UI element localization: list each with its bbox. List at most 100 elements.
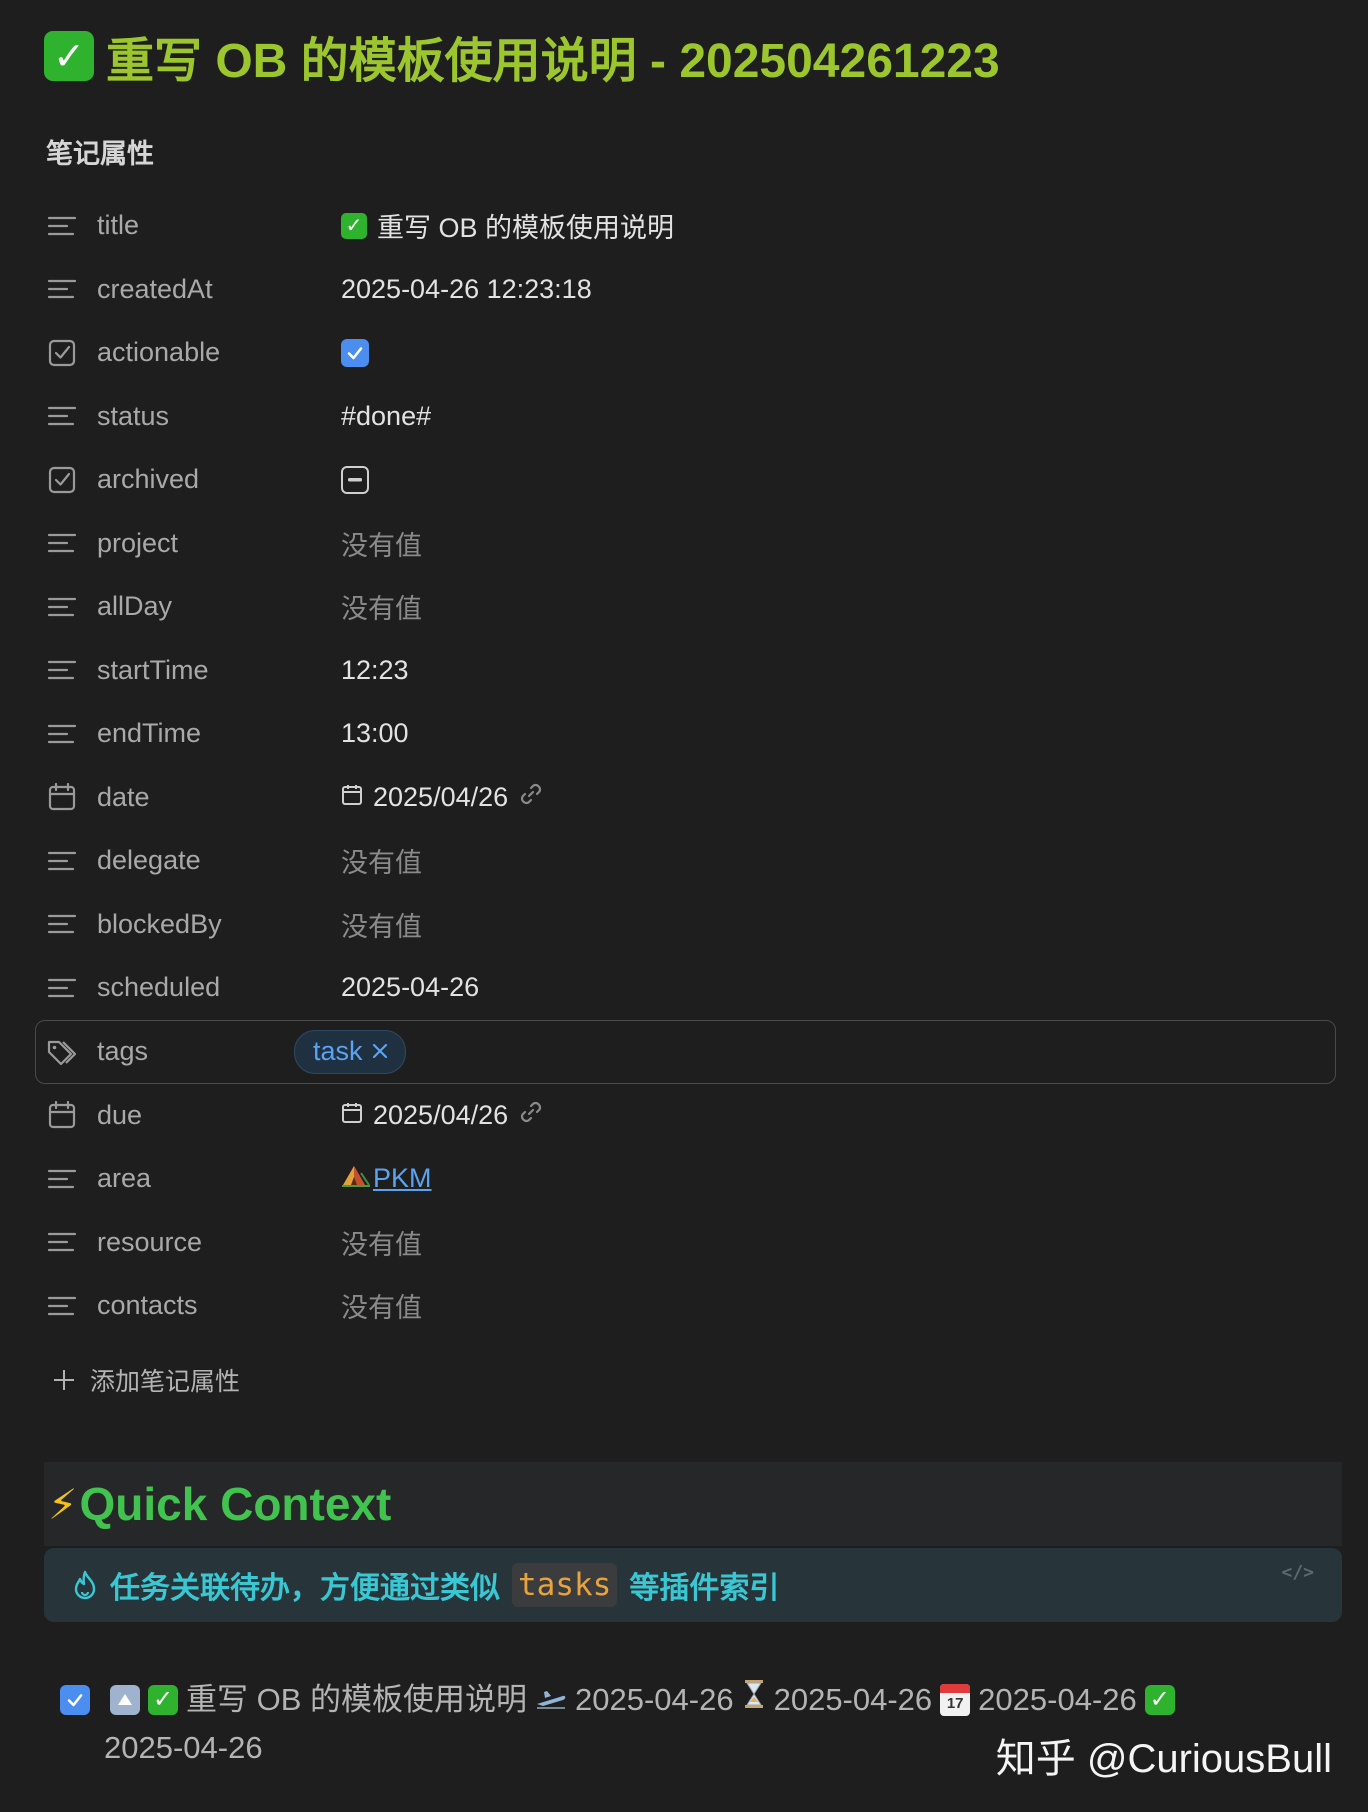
tags-icon[interactable] — [46, 1036, 78, 1068]
property-value-blockedBy[interactable]: 没有值 — [341, 905, 422, 944]
task-scheduled-date: 2025-04-26 — [773, 1682, 933, 1717]
checkbox-checked[interactable] — [341, 338, 369, 367]
text-lines-icon[interactable] — [46, 718, 78, 750]
lightning-icon: ⚡ — [48, 1480, 78, 1528]
calendar-icon[interactable] — [46, 1099, 78, 1131]
tag-label: task — [313, 1036, 363, 1066]
property-row-createdAt[interactable]: createdAt 2025-04-26 12:23:18 — [36, 258, 1336, 322]
property-row-project[interactable]: project 没有值 — [36, 512, 1336, 576]
property-row-tags[interactable]: tags task — [35, 1019, 1336, 1084]
task-checkbox[interactable] — [60, 1685, 90, 1715]
tag-pill[interactable]: task — [294, 1029, 406, 1074]
property-value-project[interactable]: 没有值 — [341, 524, 422, 563]
quick-context-callout[interactable]: 任务关联待办，方便通过类似 tasks 等插件索引 </> — [44, 1548, 1342, 1622]
property-row-area[interactable]: area PKM — [36, 1147, 1336, 1211]
property-value-status[interactable]: #done# — [341, 401, 431, 432]
text-lines-icon[interactable] — [46, 1163, 78, 1195]
property-row-contacts[interactable]: contacts 没有值 — [36, 1274, 1336, 1338]
property-row-due[interactable]: due 2025/04/26 — [36, 1084, 1336, 1148]
property-key[interactable]: resource — [97, 1227, 202, 1258]
property-row-resource[interactable]: resource 没有值 — [36, 1211, 1336, 1275]
text-lines-icon[interactable] — [46, 400, 78, 432]
property-row-date[interactable]: date 2025/04/26 — [36, 766, 1336, 830]
property-value-scheduled[interactable]: 2025-04-26 — [341, 972, 479, 1003]
property-value-resource[interactable]: 没有值 — [341, 1223, 422, 1262]
property-key[interactable]: scheduled — [97, 972, 220, 1003]
property-key[interactable]: endTime — [97, 718, 201, 749]
date-value[interactable]: 2025/04/26 — [373, 1100, 508, 1131]
property-key[interactable]: tags — [97, 1036, 148, 1067]
text-lines-icon[interactable] — [46, 527, 78, 559]
callout-text-before: 任务关联待办，方便通过类似 — [110, 1572, 500, 1605]
text-lines-icon[interactable] — [46, 654, 78, 686]
property-key[interactable]: project — [97, 528, 178, 559]
property-key[interactable]: actionable — [97, 337, 220, 368]
property-key[interactable]: blockedBy — [97, 909, 222, 940]
property-key[interactable]: due — [97, 1100, 142, 1131]
property-key[interactable]: delegate — [97, 845, 201, 876]
calendar-icon[interactable] — [46, 781, 78, 813]
task-created-date: 2025-04-26 — [575, 1682, 734, 1717]
property-key[interactable]: status — [97, 401, 169, 432]
property-row-title[interactable]: title ✓ 重写 OB 的模板使用说明 — [36, 194, 1336, 258]
property-value-allDay[interactable]: 没有值 — [341, 587, 422, 626]
area-link[interactable]: PKM — [373, 1163, 432, 1194]
text-lines-icon[interactable] — [46, 210, 78, 242]
property-row-archived[interactable]: archived — [36, 448, 1336, 512]
property-value-area[interactable]: PKM — [341, 1163, 432, 1194]
property-value-startTime[interactable]: 12:23 — [341, 655, 409, 686]
link-icon[interactable] — [518, 1099, 544, 1132]
task-title: 重写 OB 的模板使用说明 — [186, 1682, 528, 1717]
property-value-createdAt[interactable]: 2025-04-26 12:23:18 — [341, 274, 592, 305]
flame-icon — [74, 1570, 96, 1600]
property-key[interactable]: title — [97, 210, 139, 241]
code-view-icon[interactable]: </> — [1281, 1562, 1314, 1583]
text-lines-icon[interactable] — [46, 972, 78, 1004]
check-mark-icon: ✓ — [148, 1685, 178, 1715]
property-value-tags[interactable]: task — [294, 1029, 406, 1074]
note-page: ✓ 重写 OB 的模板使用说明 - 202504261223 笔记属性 titl… — [0, 0, 1368, 1812]
text-lines-icon[interactable] — [46, 1290, 78, 1322]
calendar-small-icon — [341, 782, 363, 813]
property-row-actionable[interactable]: actionable — [36, 321, 1336, 385]
add-property-button[interactable]: 添加笔记属性 — [52, 1362, 240, 1398]
text-lines-icon[interactable] — [46, 591, 78, 623]
text-lines-icon[interactable] — [46, 908, 78, 940]
property-key[interactable]: archived — [97, 464, 199, 495]
property-value-endTime[interactable]: 13:00 — [341, 718, 409, 749]
property-value-archived[interactable] — [341, 465, 369, 494]
property-value-date[interactable]: 2025/04/26 — [341, 781, 544, 814]
property-row-blockedBy[interactable]: blockedBy 没有值 — [36, 893, 1336, 957]
title-value[interactable]: 重写 OB 的模板使用说明 — [377, 206, 674, 245]
property-key[interactable]: allDay — [97, 591, 172, 622]
airplane-icon — [535, 1676, 567, 1724]
date-value[interactable]: 2025/04/26 — [373, 782, 508, 813]
property-key[interactable]: date — [97, 782, 150, 813]
property-key[interactable]: startTime — [97, 655, 209, 686]
property-value-contacts[interactable]: 没有值 — [341, 1286, 422, 1325]
link-icon[interactable] — [518, 781, 544, 814]
checkbox-indeterminate[interactable] — [341, 465, 369, 494]
calendar-emoji-icon: 17 — [940, 1684, 971, 1716]
property-key[interactable]: area — [97, 1163, 151, 1194]
property-value-actionable[interactable] — [341, 338, 369, 367]
property-row-status[interactable]: status #done# — [36, 385, 1336, 449]
property-key[interactable]: contacts — [97, 1290, 198, 1321]
checkbox-icon[interactable] — [46, 464, 78, 496]
properties-list: title ✓ 重写 OB 的模板使用说明 createdAt 2025-04-26 1… — [35, 194, 1336, 1338]
property-value-delegate[interactable]: 没有值 — [341, 841, 422, 880]
property-row-startTime[interactable]: startTime 12:23 — [36, 639, 1336, 703]
property-row-scheduled[interactable]: scheduled 2025-04-26 — [36, 956, 1336, 1020]
property-value-due[interactable]: 2025/04/26 — [341, 1099, 544, 1132]
property-row-endTime[interactable]: endTime 13:00 — [36, 702, 1336, 766]
text-lines-icon[interactable] — [46, 845, 78, 877]
property-value-title[interactable]: ✓ 重写 OB 的模板使用说明 — [341, 206, 674, 245]
text-lines-icon[interactable] — [46, 1226, 78, 1258]
checkbox-icon[interactable] — [46, 337, 78, 369]
property-key[interactable]: createdAt — [97, 274, 213, 305]
property-row-delegate[interactable]: delegate 没有值 — [36, 829, 1336, 893]
close-icon[interactable] — [371, 1036, 389, 1067]
page-title: ✓ 重写 OB 的模板使用说明 - 202504261223 — [44, 24, 1000, 88]
text-lines-icon[interactable] — [46, 273, 78, 305]
property-row-allDay[interactable]: allDay 没有值 — [36, 575, 1336, 639]
